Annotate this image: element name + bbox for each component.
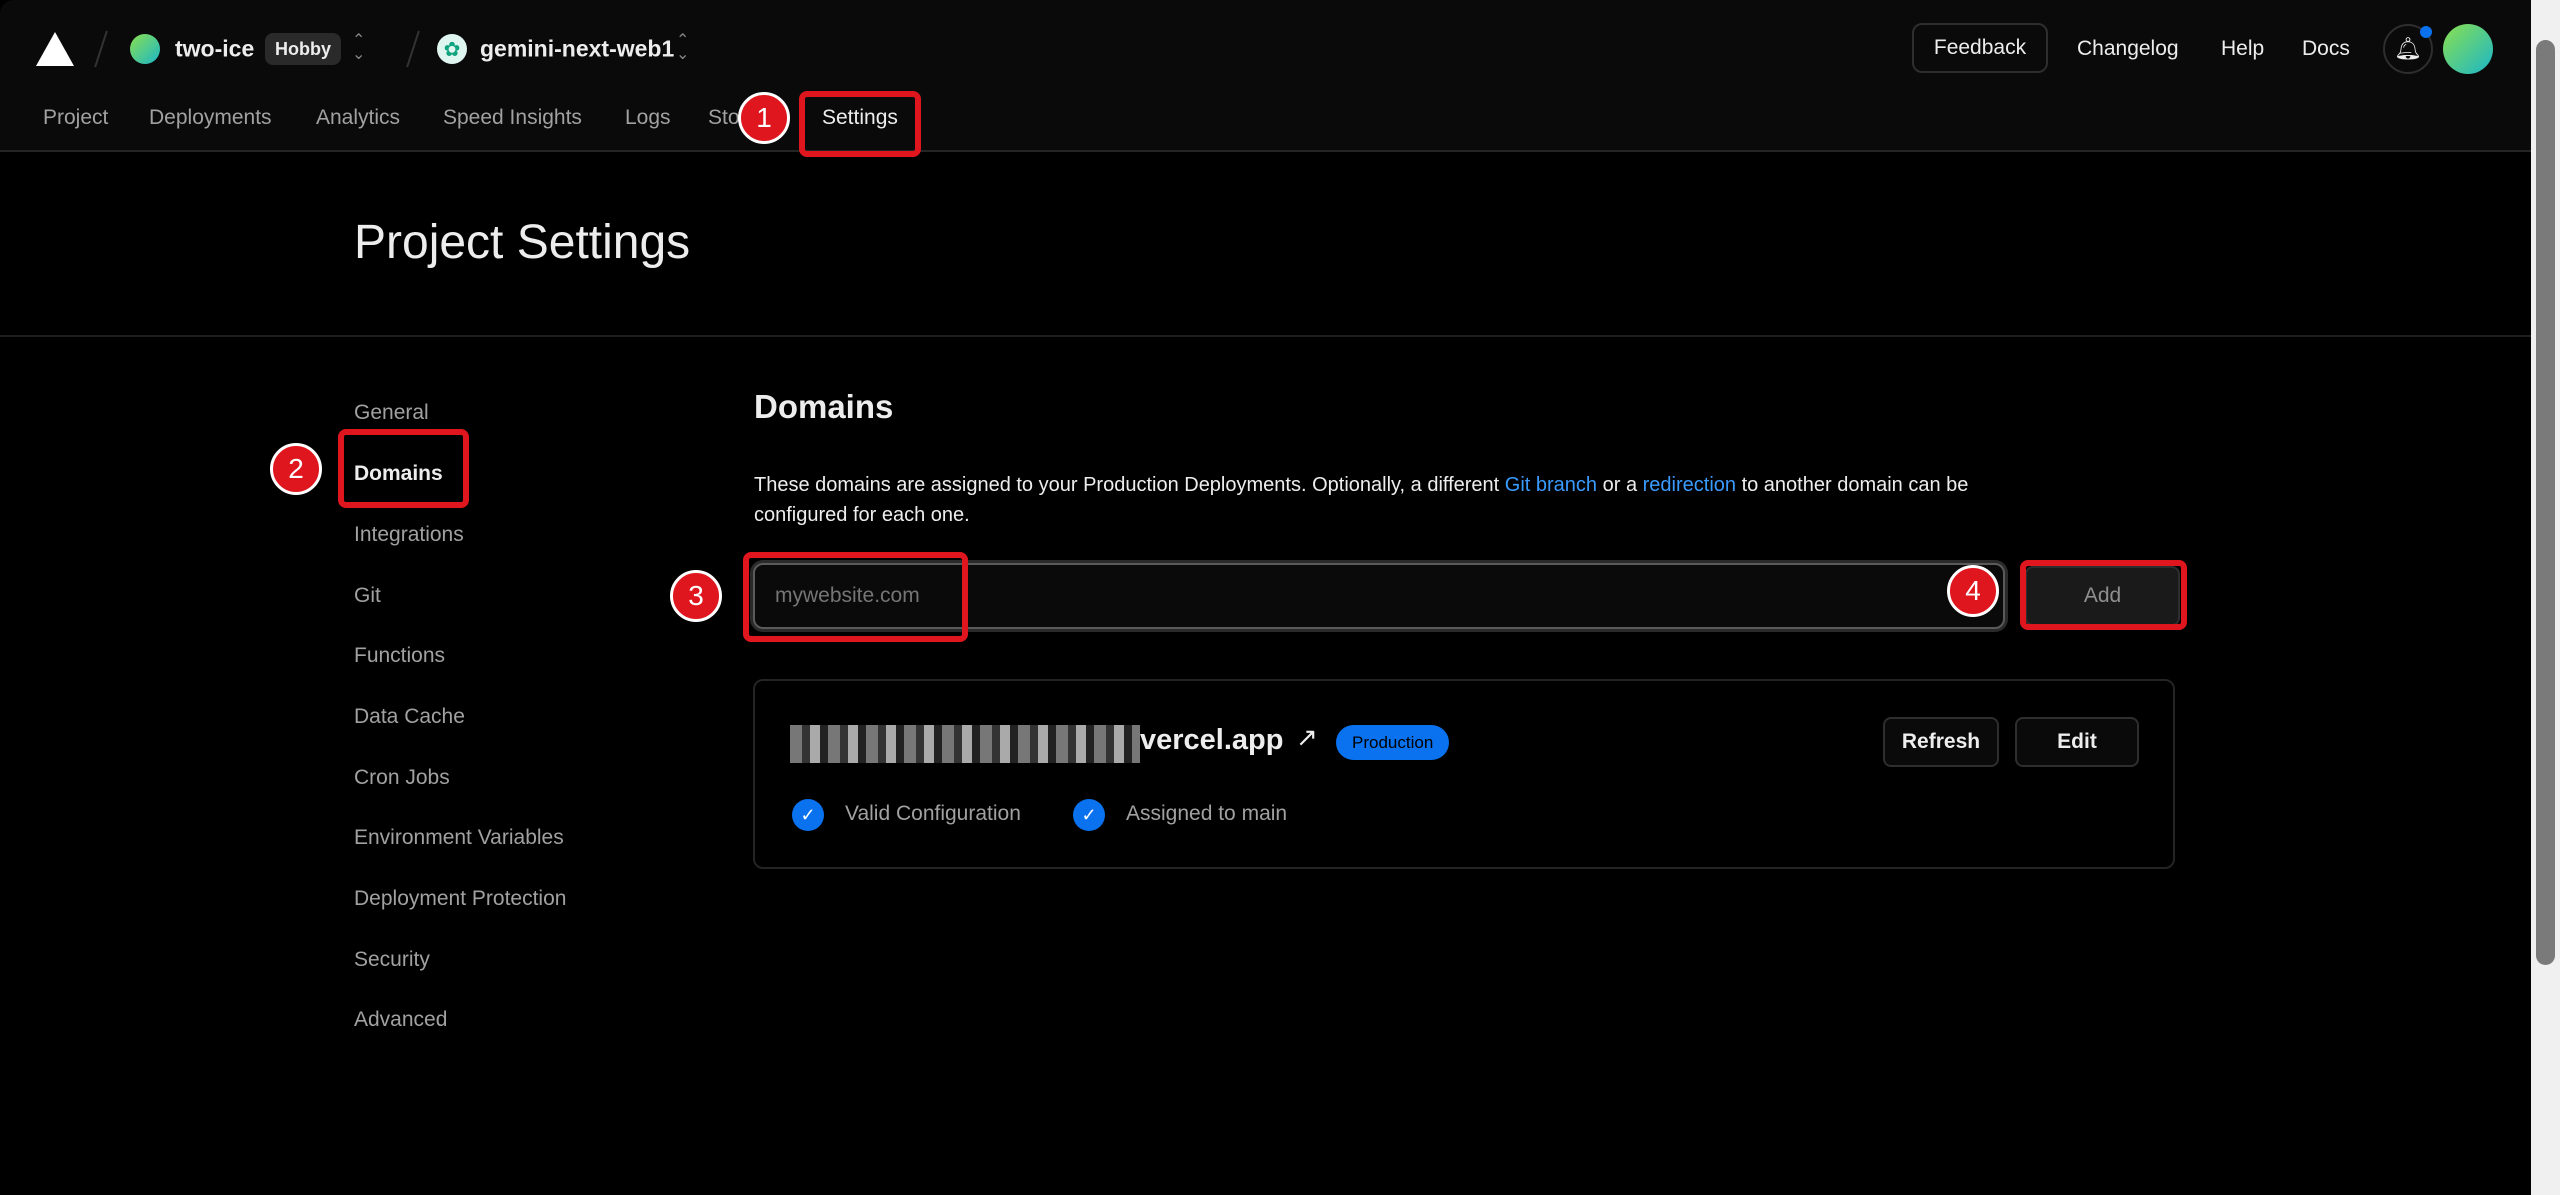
divider [0,335,2531,337]
nav-logs[interactable]: Logs [625,106,671,130]
description-text: to another domain can be [1736,474,1969,496]
annotation-badge-4: 4 [1947,565,1999,617]
user-avatar[interactable] [2443,24,2493,74]
help-link[interactable]: Help [2221,37,2264,61]
valid-configuration-status: Valid Configuration [845,802,1021,825]
docs-link[interactable]: Docs [2302,37,2350,61]
sidebar-item-integrations[interactable]: Integrations [354,523,464,547]
team-switcher-icon[interactable]: ⌃ ⌄ [352,33,365,63]
refresh-button[interactable]: Refresh [1883,717,1999,767]
page-title: Project Settings [354,216,691,269]
sidebar-item-deployment-protection[interactable]: Deployment Protection [354,887,566,911]
sidebar-item-environment-variables[interactable]: Environment Variables [354,826,564,850]
domain-card [753,679,2175,869]
redacted-domain-prefix [790,725,1140,763]
plan-badge: Hobby [265,33,341,65]
check-icon: ✓ [792,799,824,831]
annotation-badge-3: 3 [670,570,722,622]
project-name[interactable]: gemini-next-web1 [480,36,674,63]
domains-heading: Domains [754,388,894,425]
notification-dot [2420,26,2432,38]
nav-deployments[interactable]: Deployments [149,106,272,130]
sidebar-item-cron-jobs[interactable]: Cron Jobs [354,766,450,790]
annotation-box-settings [799,91,921,157]
sidebar-item-functions[interactable]: Functions [354,644,445,668]
external-link-icon[interactable]: ↗ [1296,722,1318,753]
changelog-link[interactable]: Changelog [2077,37,2179,61]
nav-speed-insights[interactable]: Speed Insights [443,106,582,130]
edit-button[interactable]: Edit [2015,717,2139,767]
annotation-box-input [743,552,968,642]
annotation-badge-2: 2 [270,443,322,495]
nav-storage[interactable]: Sto [708,106,740,130]
production-badge: Production [1336,725,1450,760]
scrollbar-thumb[interactable] [2536,40,2555,965]
sidebar-item-data-cache[interactable]: Data Cache [354,705,465,729]
domain-name[interactable]: vercel.app [1140,724,1283,757]
sidebar-item-general[interactable]: General [354,401,429,425]
assigned-branch-status: Assigned to main [1126,802,1288,825]
check-icon: ✓ [1073,799,1105,831]
team-name[interactable]: two-ice [175,36,254,63]
annotation-box-domains [338,429,469,508]
description-text: These domains are assigned to your Produ… [754,474,1505,496]
sidebar-item-security[interactable]: Security [354,948,430,972]
team-avatar [130,34,160,64]
feedback-button[interactable]: Feedback [1912,23,2048,73]
redirection-link[interactable]: redirection [1643,474,1736,496]
description-text: or a [1597,474,1643,496]
project-switcher-icon[interactable]: ⌃ ⌄ [676,33,689,63]
git-branch-link[interactable]: Git branch [1505,474,1597,496]
nav-project[interactable]: Project [43,106,108,130]
project-icon: ✿ [437,34,467,64]
sidebar-item-advanced[interactable]: Advanced [354,1008,447,1032]
annotation-box-add [2020,560,2187,630]
nav-analytics[interactable]: Analytics [316,106,400,130]
description-text: configured for each one. [754,504,970,526]
annotation-badge-1: 1 [738,92,790,144]
domains-description: These domains are assigned to your Produ… [754,470,2174,530]
sidebar-item-git[interactable]: Git [354,584,381,608]
vercel-logo-icon[interactable] [36,32,74,66]
